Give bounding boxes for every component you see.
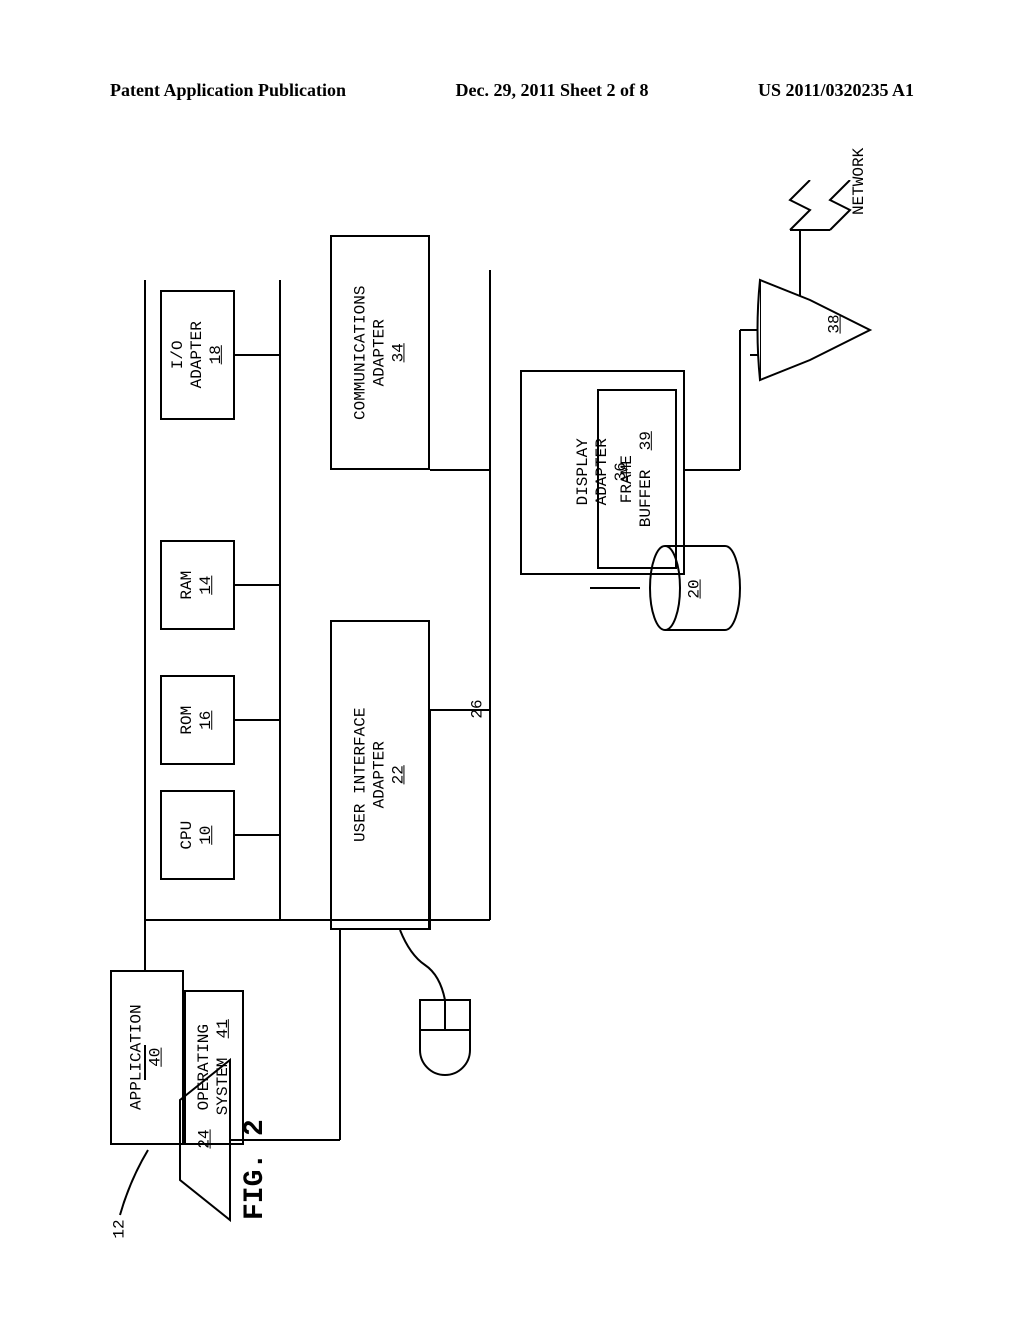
label-comm-2: ADAPTER <box>370 319 388 386</box>
block-frame-buffer: FRAME BUFFER 39 <box>597 389 677 569</box>
header-center: Dec. 29, 2011 Sheet 2 of 8 <box>456 80 649 101</box>
block-application: APPLICATION 40 <box>110 970 184 1145</box>
label-os-1: OPERATING <box>195 1024 213 1110</box>
label-frame-1: FRAME <box>618 455 636 503</box>
ref-os: 41 <box>214 1019 232 1038</box>
figure-label: FIG. 2 <box>240 1119 271 1220</box>
label-rom: ROM <box>178 706 196 735</box>
ref-ram: 14 <box>198 575 216 594</box>
block-io-adapter: I/O ADAPTER 18 <box>160 290 235 420</box>
diagram: APPLICATION 40 OPERATING SYSTEM 41 CPU 1… <box>110 180 910 1230</box>
block-cpu: CPU 10 <box>160 790 235 880</box>
ref-comm: 34 <box>390 343 408 362</box>
block-ram: RAM 14 <box>160 540 235 630</box>
block-comm-adapter: COMMUNICATIONS ADAPTER 34 <box>330 235 430 470</box>
label-application: APPLICATION <box>128 1005 146 1111</box>
header-right: US 2011/0320235 A1 <box>758 80 914 101</box>
label-frame-2: BUFFER <box>637 469 655 527</box>
ref-io: 18 <box>207 345 225 364</box>
label-comm-1: COMMUNICATIONS <box>351 285 369 419</box>
label-ram: RAM <box>178 571 196 600</box>
ref-bus: 12 <box>111 1219 129 1238</box>
label-ui-2: ADAPTER <box>370 741 388 808</box>
block-rom: ROM 16 <box>160 675 235 765</box>
label-os-2: SYSTEM <box>214 1058 232 1116</box>
label-io-1: I/O <box>169 341 187 370</box>
ref-cpu: 10 <box>198 825 216 844</box>
label-display-1: DISPLAY <box>574 438 592 505</box>
label-ui-1: USER INTERFACE <box>351 708 369 842</box>
ref-mouse: 26 <box>469 699 487 718</box>
ref-application: 40 <box>147 1048 165 1067</box>
label-cpu: CPU <box>178 821 196 850</box>
label-network: NETWORK <box>850 148 868 215</box>
label-io-2: ADAPTER <box>188 321 206 388</box>
ref-ui: 22 <box>390 765 408 784</box>
block-display-adapter: DISPLAY ADAPTER 36 FRAME BUFFER 39 <box>520 370 685 575</box>
ref-keyboard: 24 <box>196 1129 214 1148</box>
ref-monitor: 38 <box>826 314 844 333</box>
header-left: Patent Application Publication <box>110 80 346 101</box>
block-operating-system: OPERATING SYSTEM 41 <box>184 990 244 1145</box>
ref-disk: 20 <box>686 579 704 598</box>
ref-frame: 39 <box>637 431 655 450</box>
ref-rom: 16 <box>198 710 216 729</box>
block-user-interface: USER INTERFACE ADAPTER 22 <box>330 620 430 930</box>
